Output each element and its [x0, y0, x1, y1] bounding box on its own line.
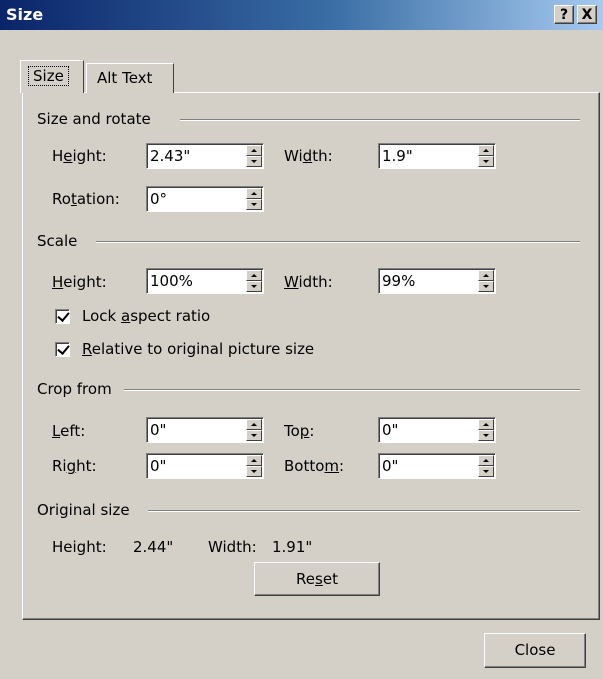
crop-right-down-button[interactable] — [246, 466, 262, 477]
tab-alt-text-label: Alt Text — [97, 69, 153, 87]
size-width-down-button[interactable] — [478, 156, 494, 167]
arrow-down-icon — [483, 160, 489, 163]
crop-bottom-up-button[interactable] — [478, 455, 494, 466]
crop-top-down-button[interactable] — [478, 430, 494, 441]
rotation-input[interactable] — [150, 190, 220, 208]
arrow-down-icon — [483, 470, 489, 473]
arrow-up-icon — [251, 149, 257, 152]
size-width-up-button[interactable] — [478, 145, 494, 156]
crop-top-label: Top: — [284, 422, 315, 440]
original-height-label: Height: — [52, 538, 107, 556]
relative-size-checkbox[interactable] — [55, 342, 70, 357]
crop-left-stepper[interactable] — [146, 417, 264, 443]
crop-heading: Crop from — [37, 380, 112, 398]
arrow-down-icon — [483, 434, 489, 437]
rotation-label: Rotation: — [52, 190, 120, 208]
lock-aspect-ratio-label[interactable]: Lock aspect ratio — [82, 306, 210, 326]
crop-right-stepper[interactable] — [146, 453, 264, 479]
crop-top-input[interactable] — [382, 421, 452, 439]
crop-left-input[interactable] — [150, 421, 220, 439]
original-width-value: 1.91" — [272, 538, 313, 556]
checkmark-icon — [57, 342, 70, 355]
scale-height-down-button[interactable] — [246, 281, 262, 292]
rotation-stepper[interactable] — [146, 186, 264, 212]
scale-width-down-button[interactable] — [478, 281, 494, 292]
crop-left-up-button[interactable] — [246, 419, 262, 430]
original-size-divider — [148, 510, 580, 512]
arrow-down-icon — [483, 285, 489, 288]
scale-height-up-button[interactable] — [246, 270, 262, 281]
scale-height-input[interactable] — [150, 272, 220, 290]
crop-right-input[interactable] — [150, 457, 220, 475]
dialog-title: Size — [6, 5, 44, 24]
tab-alt-text[interactable]: Alt Text — [86, 63, 174, 93]
size-width-input[interactable] — [382, 147, 452, 165]
arrow-up-icon — [251, 192, 257, 195]
rotation-up-button[interactable] — [246, 188, 262, 199]
arrow-up-icon — [251, 459, 257, 462]
size-height-down-button[interactable] — [246, 156, 262, 167]
scale-width-input[interactable] — [382, 272, 452, 290]
arrow-up-icon — [251, 423, 257, 426]
close-button[interactable]: Close — [484, 633, 586, 668]
scale-width-stepper[interactable] — [378, 268, 496, 294]
size-height-up-button[interactable] — [246, 145, 262, 156]
original-size-heading: Original size — [37, 501, 130, 519]
size-height-stepper[interactable] — [146, 143, 264, 169]
arrow-down-icon — [251, 434, 257, 437]
checkmark-icon — [57, 309, 70, 322]
arrow-up-icon — [483, 459, 489, 462]
size-rotate-heading: Size and rotate — [37, 110, 151, 128]
lock-aspect-ratio-checkbox[interactable] — [55, 309, 70, 324]
arrow-up-icon — [483, 423, 489, 426]
tab-size[interactable]: Size — [20, 60, 84, 93]
close-icon[interactable]: X — [577, 5, 597, 24]
size-width-label: Width: — [284, 147, 333, 165]
scale-width-label: Width: — [284, 273, 333, 291]
size-height-input[interactable] — [150, 147, 220, 165]
crop-bottom-input[interactable] — [382, 457, 452, 475]
crop-bottom-label: Bottom: — [284, 457, 345, 475]
crop-top-up-button[interactable] — [478, 419, 494, 430]
crop-left-down-button[interactable] — [246, 430, 262, 441]
arrow-up-icon — [483, 149, 489, 152]
arrow-down-icon — [251, 470, 257, 473]
arrow-up-icon — [483, 274, 489, 277]
scale-height-label: Height: — [52, 273, 107, 291]
tab-size-label: Size — [28, 66, 69, 86]
reset-button[interactable]: Reset — [254, 562, 380, 596]
title-bar[interactable]: Size ? X — [0, 0, 603, 30]
scale-height-stepper[interactable] — [146, 268, 264, 294]
arrow-down-icon — [251, 203, 257, 206]
size-rotate-divider — [180, 119, 580, 121]
original-height-value: 2.44" — [133, 538, 174, 556]
crop-bottom-down-button[interactable] — [478, 466, 494, 477]
crop-top-stepper[interactable] — [378, 417, 496, 443]
crop-bottom-stepper[interactable] — [378, 453, 496, 479]
arrow-down-icon — [251, 285, 257, 288]
crop-right-up-button[interactable] — [246, 455, 262, 466]
scale-width-up-button[interactable] — [478, 270, 494, 281]
crop-right-label: Right: — [52, 457, 97, 475]
size-height-label: Height: — [52, 147, 107, 165]
crop-left-label: Left: — [52, 422, 86, 440]
help-button[interactable]: ? — [554, 5, 574, 24]
size-width-stepper[interactable] — [378, 143, 496, 169]
scale-divider — [96, 241, 580, 243]
rotation-down-button[interactable] — [246, 199, 262, 210]
crop-divider — [124, 389, 580, 391]
scale-heading: Scale — [37, 232, 78, 250]
arrow-down-icon — [251, 160, 257, 163]
relative-size-label[interactable]: Relative to original picture size — [82, 339, 314, 359]
arrow-up-icon — [251, 274, 257, 277]
original-width-label: Width: — [208, 538, 257, 556]
